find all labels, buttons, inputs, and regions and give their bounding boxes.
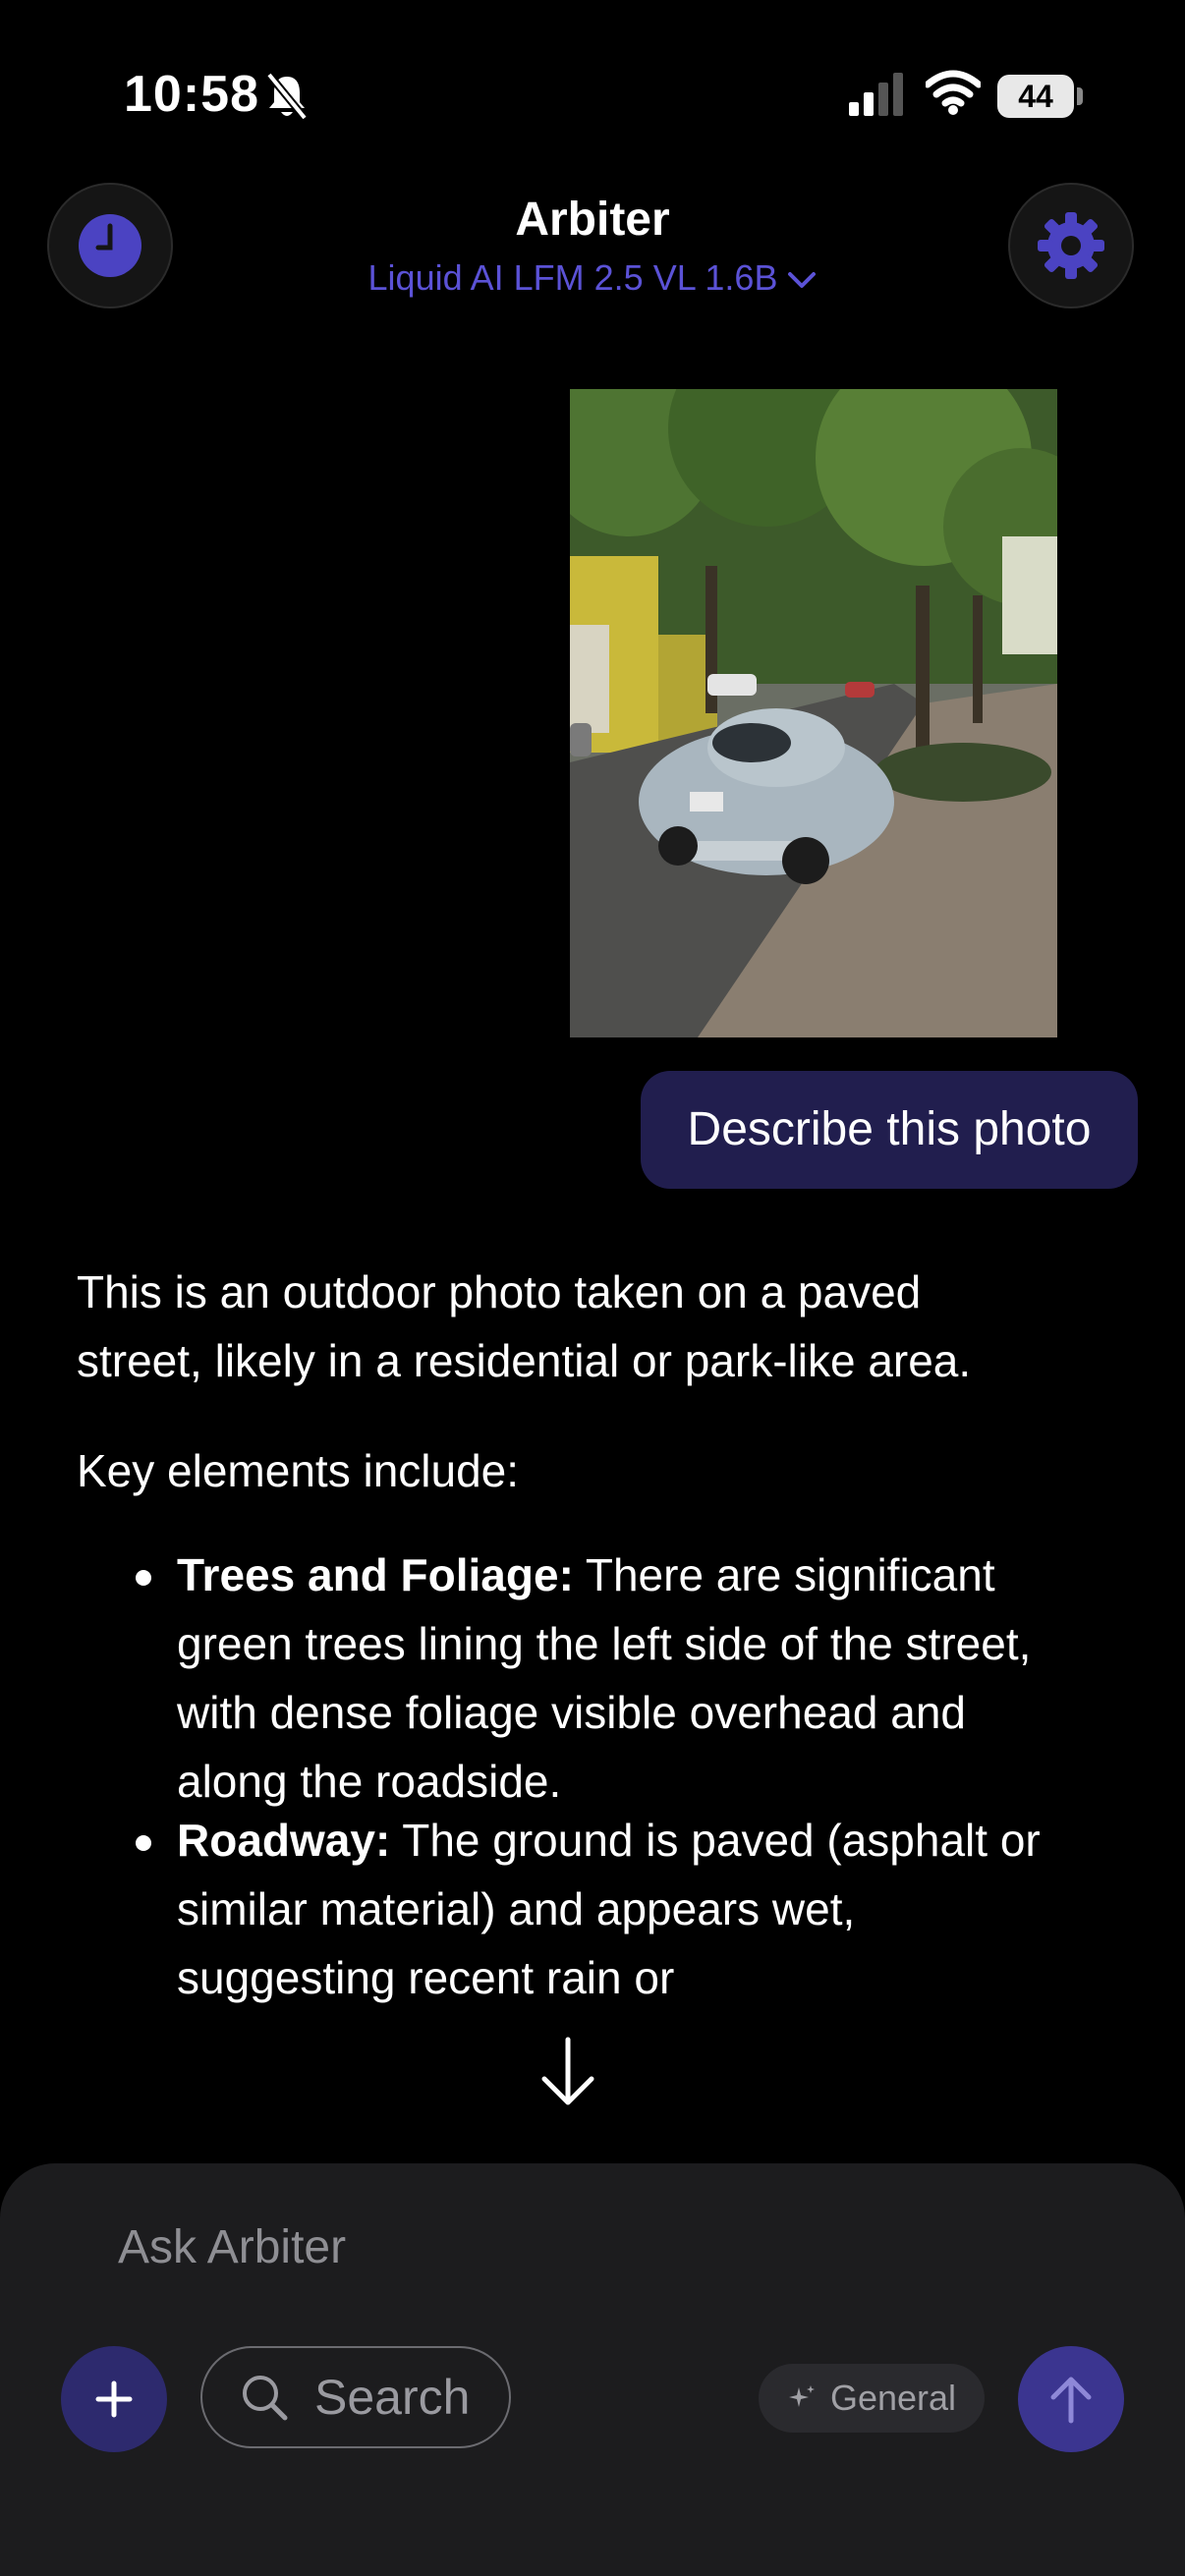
search-icon bbox=[243, 2376, 288, 2421]
search-label: Search bbox=[314, 2370, 471, 2425]
cellular-signal-icon bbox=[847, 73, 906, 121]
scroll-to-bottom-button[interactable] bbox=[538, 2036, 597, 2111]
chevron-down-icon bbox=[788, 272, 817, 289]
wifi-icon bbox=[924, 69, 983, 121]
page-title: Arbiter bbox=[515, 194, 670, 246]
attached-photo[interactable] bbox=[570, 389, 1057, 1037]
add-attachment-button[interactable] bbox=[61, 2346, 167, 2452]
send-button[interactable] bbox=[1018, 2346, 1124, 2452]
list-item: Roadway: The ground is paved (asphalt or… bbox=[136, 1806, 1049, 2012]
message-input[interactable]: Ask Arbiter bbox=[118, 2220, 346, 2274]
mode-label: General bbox=[829, 2378, 957, 2418]
status-bar: 10:58 44 bbox=[0, 0, 1185, 187]
assistant-response: This is an outdoor photo taken on a pave… bbox=[77, 1258, 1049, 2003]
bell-slash-icon bbox=[265, 71, 309, 127]
response-lead: Key elements include: bbox=[77, 1445, 520, 1496]
status-time: 10:58 bbox=[124, 66, 259, 123]
response-intro: This is an outdoor photo taken on a pave… bbox=[77, 1266, 972, 1386]
arrow-down-icon bbox=[541, 2037, 594, 2105]
sparkle-icon bbox=[788, 2385, 815, 2407]
response-bullet-list: Trees and Foliage: There are significant… bbox=[77, 1540, 1049, 2012]
gear-icon bbox=[1038, 212, 1104, 279]
bullet-heading: Roadway: bbox=[177, 1815, 391, 1866]
battery-icon: 44 bbox=[997, 75, 1074, 118]
mode-selector-chip[interactable]: General bbox=[759, 2364, 985, 2433]
plus-icon bbox=[95, 2380, 133, 2418]
model-name: Liquid AI LFM 2.5 VL 1.6B bbox=[367, 257, 778, 298]
user-message-bubble: Describe this photo bbox=[641, 1071, 1138, 1189]
search-toggle-button[interactable]: Search bbox=[200, 2346, 511, 2448]
list-item: Trees and Foliage: There are significant… bbox=[136, 1540, 1049, 1816]
composer-panel: Ask Arbiter Search General bbox=[0, 2163, 1185, 2576]
arrow-up-icon bbox=[1050, 2377, 1092, 2424]
bullet-heading: Trees and Foliage: bbox=[177, 1549, 574, 1600]
battery-tip bbox=[1077, 87, 1083, 105]
model-selector[interactable]: Liquid AI LFM 2.5 VL 1.6B bbox=[0, 257, 1185, 299]
settings-button[interactable] bbox=[1008, 183, 1134, 308]
